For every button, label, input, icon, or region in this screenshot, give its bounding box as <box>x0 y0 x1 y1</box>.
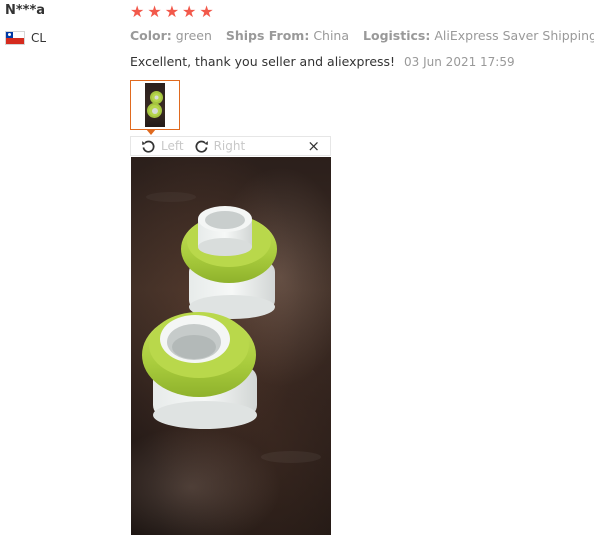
star-rating: ★ ★ ★ ★ ★ <box>130 3 214 21</box>
reviewer-name: N***a <box>5 3 46 18</box>
active-thumbnail-indicator <box>146 129 156 135</box>
thumbnail-image <box>145 83 165 127</box>
country-code: CL <box>31 31 47 45</box>
close-icon[interactable]: × <box>307 138 320 154</box>
attribute-label: Logistics: <box>363 28 431 43</box>
attribute-label: Ships From: <box>225 28 310 43</box>
reviewer-country: CL <box>5 30 46 46</box>
star-icon: ★ <box>164 2 180 21</box>
review-text: Excellent, thank you seller and aliexpre… <box>130 54 396 69</box>
rotate-right-button[interactable]: Right <box>194 139 246 154</box>
attribute-color: Color: green <box>130 28 216 43</box>
attribute-label: Color: <box>130 28 172 43</box>
product-photo-illustration <box>131 167 331 535</box>
coupler-bottom <box>142 312 257 429</box>
attribute-value: green <box>175 28 212 43</box>
attribute-value: China <box>313 28 350 43</box>
rotate-left-icon <box>142 140 155 153</box>
order-attributes: Color: green Ships From: China Logistics… <box>130 28 594 43</box>
star-icon: ★ <box>182 2 197 21</box>
rotate-right-icon <box>195 140 208 153</box>
photo-viewer-toolbar: Left Right × <box>130 136 331 156</box>
star-icon: ★ <box>199 2 214 21</box>
rotate-left-label: Left <box>161 139 184 153</box>
review-content: Excellent, thank you seller and aliexpre… <box>130 54 515 69</box>
chile-flag-icon <box>5 31 25 45</box>
review-date: 03 Jun 2021 17:59 <box>404 55 515 69</box>
review-photo-large <box>131 157 331 535</box>
attribute-ships-from: Ships From: China <box>226 28 353 43</box>
rotate-left-button[interactable]: Left <box>141 139 184 154</box>
attribute-logistics: Logistics: AliExpress Saver Shipping <box>363 28 594 43</box>
star-icon: ★ <box>130 2 145 21</box>
attribute-value: AliExpress Saver Shipping <box>434 28 594 43</box>
star-icon: ★ <box>147 2 162 21</box>
review-photo-thumbnail[interactable] <box>130 80 180 130</box>
rotate-right-label: Right <box>213 139 246 153</box>
